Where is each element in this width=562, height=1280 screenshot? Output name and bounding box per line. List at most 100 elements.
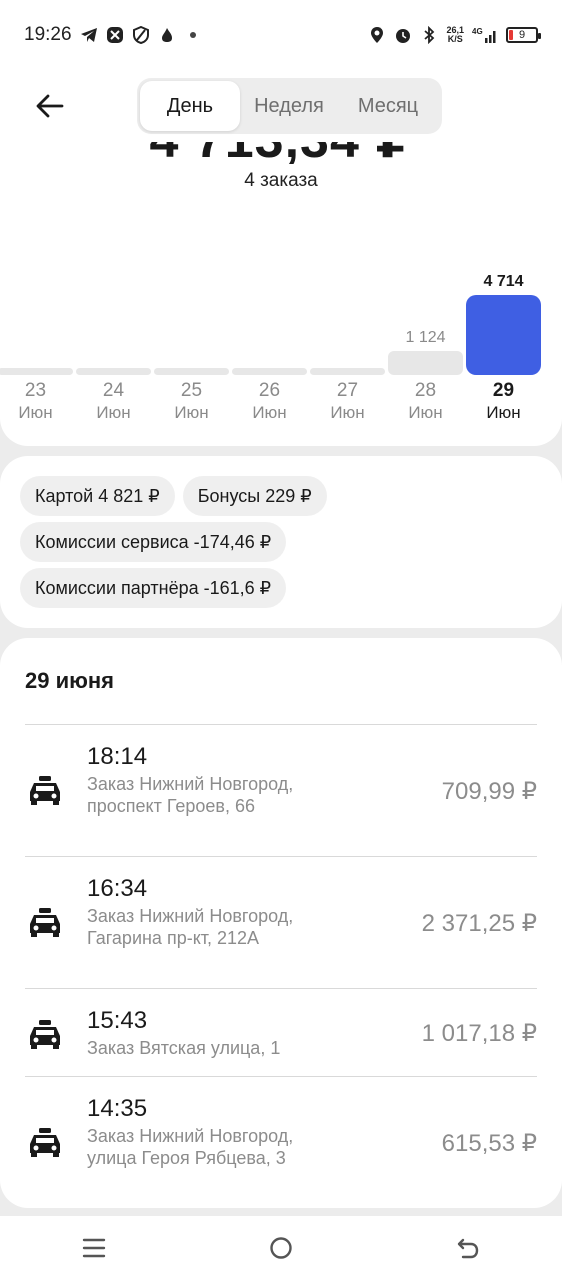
more-notifications-icon [184,26,202,44]
chart-month-label: Июн [408,403,443,422]
chart-day-label: 23 Июн [0,380,73,424]
chart-bar [388,351,463,375]
order-price: 709,99 ₽ [441,778,537,805]
total-amount-clip: 4 713,34 ₽ [140,142,422,164]
order-price: 615,53 ₽ [441,1130,537,1157]
chart-month-label: Июн [486,403,521,422]
menu-button[interactable] [64,1223,124,1273]
chart-day-number: 27 [336,380,359,401]
chip-bonuses[interactable]: Бонусы 229 ₽ [182,476,327,516]
chart-column[interactable]: 24 Июн [76,270,151,430]
tab-week[interactable]: Неделя [240,81,338,131]
chart-day-label: 26 Июн [232,380,307,424]
status-time: 19:26 [24,24,72,45]
order-row[interactable]: 16:34 Заказ Нижний Новгород, Гагарина пр… [25,856,537,988]
home-icon [270,1237,292,1259]
order-row[interactable]: 15:43 Заказ Вятская улица, 1 1 017,18 ₽ [25,988,537,1076]
chart-month-label: Июн [18,403,53,422]
order-address: Заказ Вятская улица, 1 [87,1038,281,1058]
svg-text:4G: 4G [472,27,483,36]
tab-month[interactable]: Месяц [338,81,438,131]
earnings-bar-chart: 23 Июн 24 Июн 25 Июн 26 Июн 27 Июн 1 124 28 Июн 4 714… [0,270,562,430]
status-bar: 19:26 26,1 K/S 4G 9 [0,0,562,70]
chart-column[interactable]: 27 Июн [310,270,385,430]
taxi-car-icon [30,776,60,805]
chart-day-number: 28 [414,380,437,401]
app-notification-icon [106,26,124,44]
order-row[interactable]: 18:14 Заказ Нижний Новгород, проспект Ге… [25,724,537,856]
chart-day-number: 29 [492,380,515,401]
chart-day-number: 26 [258,380,281,401]
bluetooth-icon [420,26,438,44]
chip-service-fee[interactable]: Комиссии сервиса -174,46 ₽ [20,522,287,562]
system-back-button[interactable] [438,1223,498,1273]
orders-list: 18:14 Заказ Нижний Новгород, проспект Ге… [25,724,537,1208]
orders-count: 4 заказа [244,170,318,191]
signal-icon: 4G [472,26,498,44]
period-switch: День Неделя Месяц [137,78,442,134]
order-time: 15:43 [87,1007,148,1034]
chart-day-label: 28 Июн [388,380,463,424]
chart-bar [232,368,307,375]
tab-day[interactable]: День [140,81,240,131]
vpn-icon [132,26,150,44]
location-icon [368,26,386,44]
order-address: Заказ Нижний Новгород, Гагарина пр-кт, 2… [87,906,294,948]
chart-month-label: Июн [252,403,287,422]
order-time: 14:35 [87,1095,148,1122]
chart-day-label: 24 Июн [76,380,151,424]
summary-card: День Неделя Месяц 4 713,34 ₽ 4 заказа 23… [0,70,562,446]
telegram-icon [80,26,98,44]
chart-day-number: 23 [24,380,47,401]
chart-column[interactable]: 4 714 29 Июн [466,270,541,430]
chart-column[interactable]: 1 124 28 Июн [388,270,463,430]
chart-bar [154,368,229,375]
flame-icon [158,26,176,44]
total-amount: 4 713,34 ₽ [140,142,422,164]
chip-partner-fee[interactable]: Комиссии партнёра -161,6 ₽ [20,568,287,608]
system-nav-bar [0,1216,562,1280]
chip-card-payment[interactable]: Картой 4 821 ₽ [20,476,175,516]
taxi-car-icon [30,1128,60,1157]
chart-day-label: 25 Июн [154,380,229,424]
network-speed: 26,1 K/S [446,26,464,44]
alarm-icon [394,26,412,44]
battery-level: 9 [518,29,526,41]
home-button[interactable] [251,1223,311,1273]
order-price: 1 017,18 ₽ [421,1020,537,1047]
order-address: Заказ Нижний Новгород, проспект Героев, … [87,774,294,816]
taxi-car-icon [30,1020,60,1049]
order-address: Заказ Нижний Новгород, улица Героя Рябце… [87,1126,294,1168]
arrow-left-icon [36,94,64,118]
chart-month-label: Июн [330,403,365,422]
header: День Неделя Месяц [0,70,562,142]
chart-bar [310,368,385,375]
chart-bar [76,368,151,375]
network-speed-unit: K/S [447,34,463,44]
orders-card: 29 июня 18:14 Заказ Нижний Новгород, про… [0,638,562,1208]
chart-month-label: Июн [174,403,209,422]
chart-bar-value: 4 714 [483,273,524,290]
chart-day-number: 24 [102,380,125,401]
chart-month-label: Июн [96,403,131,422]
order-time: 16:34 [87,875,148,902]
battery-icon: 9 [506,27,541,43]
chart-column[interactable]: 23 Июн [0,270,73,430]
chart-column[interactable]: 26 Июн [232,270,307,430]
order-time: 18:14 [87,743,148,770]
order-price: 2 371,25 ₽ [421,910,537,937]
chart-day-number: 25 [180,380,203,401]
chart-bar [466,295,541,375]
payments-breakdown-card: Картой 4 821 ₽ Бонусы 229 ₽ Комиссии сер… [0,456,562,628]
order-row[interactable]: 14:35 Заказ Нижний Новгород, улица Героя… [25,1076,537,1208]
chart-day-label: 29 Июн [466,380,541,424]
chart-column[interactable]: 25 Июн [154,270,229,430]
chart-bar-value: 1 124 [405,329,446,346]
taxi-car-icon [30,908,60,937]
back-button[interactable] [30,84,70,128]
menu-icon [82,1238,105,1258]
chart-day-label: 27 Июн [310,380,385,424]
back-icon [458,1238,479,1259]
orders-date-heading: 29 июня [25,668,115,693]
chart-bar [0,368,73,375]
